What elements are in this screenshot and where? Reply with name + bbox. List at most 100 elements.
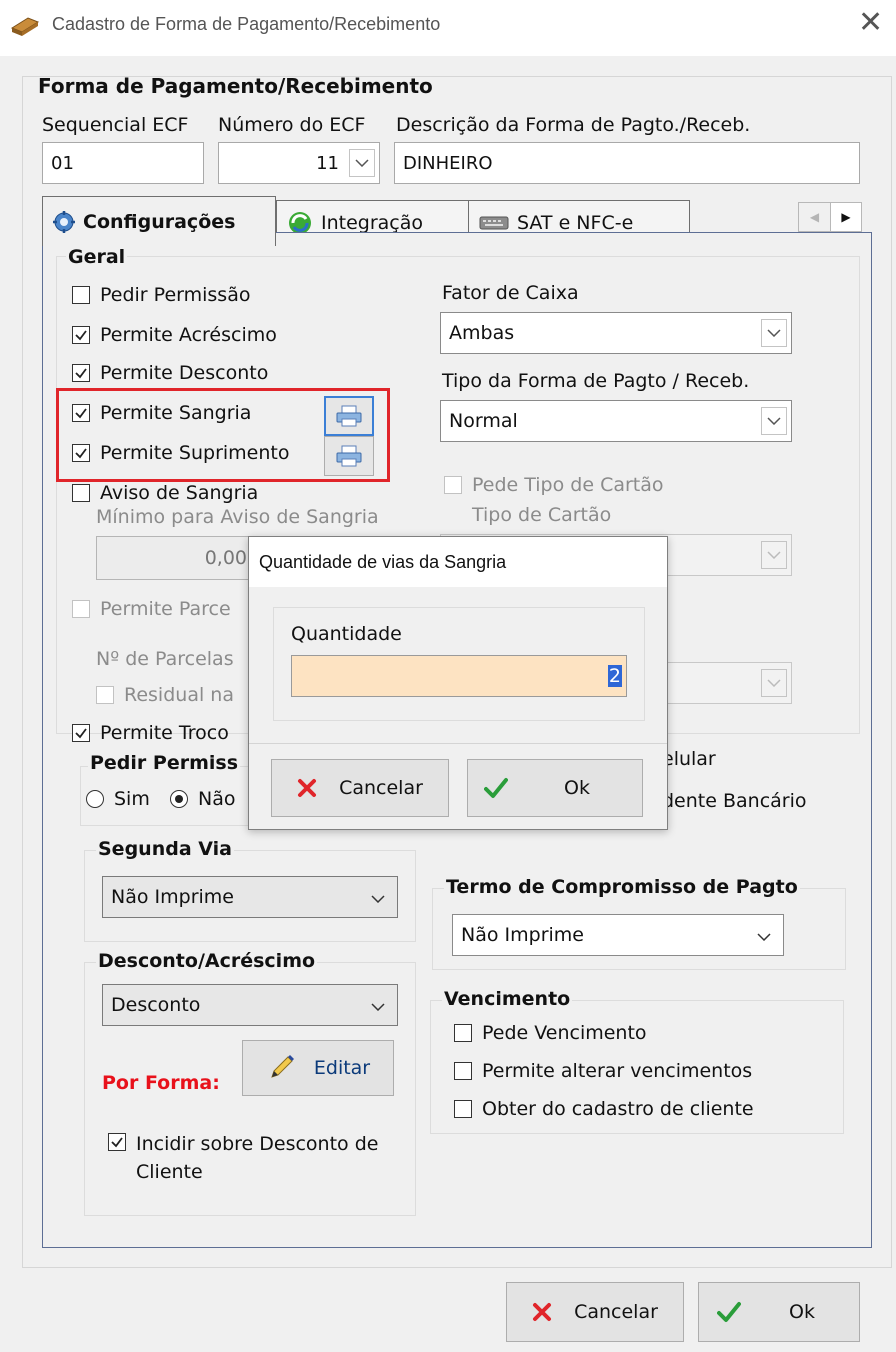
radio-circle[interactable] [86,790,104,808]
pede-vencimento-checkbox[interactable]: Pede Vencimento [454,1022,647,1044]
permite-parcelamento-checkbox[interactable]: Permite Parce [72,598,231,620]
window-title: Cadastro de Forma de Pagamento/Recebimen… [52,14,441,34]
minimo-aviso-label: Mínimo para Aviso de Sangria [96,506,379,528]
tab-label: Configurações [83,210,236,233]
pencil-icon [271,1055,294,1078]
gear-icon [53,210,75,233]
keyboard-icon [479,216,509,229]
chevron-down-icon[interactable] [761,669,787,697]
fator-caixa-value: Ambas [449,322,515,344]
checkbox-box[interactable] [72,326,90,344]
checkbox-box[interactable] [454,1100,472,1118]
permite-desconto-checkbox[interactable]: Permite Desconto [72,362,268,384]
tab-configuracoes[interactable]: Configurações [42,196,276,246]
checkbox-label: Pedir Permissão [100,284,251,306]
vencimento-title: Vencimento [442,988,573,1010]
editar-label: Editar [313,1057,371,1079]
tab-scroll-left-icon[interactable]: ◀ [799,203,830,231]
residual-checkbox[interactable]: Residual na [96,684,234,706]
title-bar: Cadastro de Forma de Pagamento/Recebimen… [0,0,896,56]
checkbox-box[interactable] [108,1133,126,1151]
aviso-sangria-checkbox[interactable]: Aviso de Sangria [72,482,258,504]
obter-cadastro-checkbox[interactable]: Obter do cadastro de cliente [454,1098,754,1120]
ok-button[interactable]: Ok [698,1282,860,1342]
pedir-permissao-checkbox[interactable]: Pedir Permissão [72,284,250,306]
bancario-text: dente Bancário [662,790,807,812]
checkbox-box[interactable] [72,286,90,304]
tipo-forma-select[interactable]: Normal [440,400,792,442]
checkbox-box[interactable] [72,600,90,618]
chevron-down-icon[interactable] [349,149,375,177]
termo-select[interactable]: Não Imprime [452,914,784,956]
tab-scroll: ◀ ▶ [798,202,862,232]
tab-label: Integração [321,211,424,234]
modal-cancel-label: Cancelar [339,777,423,799]
chevron-down-icon[interactable] [761,541,787,569]
chevron-down-icon[interactable] [761,407,787,435]
sequencial-field[interactable]: 01 [42,142,204,184]
checkbox-box[interactable] [96,686,114,704]
incidir-checkbox[interactable]: Incidir sobre Desconto de Cliente [108,1130,406,1186]
checkbox-box[interactable] [454,1062,472,1080]
checkbox-label: Incidir sobre Desconto de Cliente [136,1133,379,1183]
checkbox-label: Aviso de Sangria [100,482,259,504]
radio-sim[interactable]: Sim [86,788,150,810]
fator-caixa-label: Fator de Caixa [442,282,579,304]
desconto-value: Desconto [111,994,201,1016]
desconto-select[interactable]: Desconto [102,984,398,1026]
modal-ok-button[interactable]: Ok [467,759,643,817]
tipo-forma-value: Normal [449,410,518,432]
quantidade-value: 2 [607,665,622,687]
segunda-via-title: Segunda Via [96,838,234,860]
quantidade-field[interactable]: 2 [291,655,627,697]
pede-tipo-cartao-checkbox[interactable]: Pede Tipo de Cartão [444,474,664,496]
desconto-title: Desconto/Acréscimo [96,950,318,972]
check-icon [484,778,508,798]
permite-alterar-checkbox[interactable]: Permite alterar vencimentos [454,1060,752,1082]
editar-button[interactable]: Editar [242,1040,394,1096]
cancel-button[interactable]: Cancelar [506,1282,684,1342]
modal-title: Quantidade de vias da Sangria [249,537,667,587]
checkbox-label: Permite Desconto [100,362,269,384]
chevron-down-icon[interactable] [757,924,771,946]
checkbox-box[interactable] [72,364,90,382]
minimo-aviso-field[interactable]: 0,00 [96,536,256,580]
checkbox-box[interactable] [72,724,90,742]
check-icon [717,1302,741,1322]
checkbox-label: Permite Troco [100,722,229,744]
tab-label: SAT e NFC-e [517,211,634,234]
checkbox-box[interactable] [454,1024,472,1042]
n-parcelas-label: Nº de Parcelas [96,648,234,670]
radio-label: Não [198,788,236,810]
segunda-via-value: Não Imprime [111,886,234,908]
radio-nao[interactable]: Não [170,788,235,810]
quantidade-label: Quantidade [291,623,402,645]
close-icon[interactable]: ✕ [858,8,883,38]
minimo-aviso-value: 0,00 [204,547,247,569]
tipo-cartao-label: Tipo de Cartão [472,504,612,526]
permite-acrescimo-checkbox[interactable]: Permite Acréscimo [72,324,277,346]
modal-dialog: Quantidade de vias da Sangria Quantidade… [248,536,668,830]
radio-circle-selected[interactable] [170,790,188,808]
numero-spin[interactable]: 11 [218,142,380,184]
checkbox-box[interactable] [444,476,462,494]
modal-cancel-button[interactable]: Cancelar [271,759,449,817]
sequencial-value: 01 [51,152,74,174]
tab-scroll-right-icon[interactable]: ▶ [829,203,861,231]
segunda-via-select[interactable]: Não Imprime [102,876,398,918]
close-icon [298,779,317,797]
modal-divider [249,743,667,744]
fator-caixa-select[interactable]: Ambas [440,312,792,354]
geral-title: Geral [66,246,128,268]
por-forma-label: Por Forma: [102,1072,220,1094]
chevron-down-icon[interactable] [761,319,787,347]
permite-troco-checkbox[interactable]: Permite Troco [72,722,229,744]
chevron-down-icon[interactable] [371,886,385,908]
termo-value: Não Imprime [461,924,584,946]
chevron-down-icon[interactable] [371,994,385,1016]
descricao-field[interactable]: DINHEIRO [394,142,860,184]
checkbox-label: Permite Acréscimo [100,324,277,346]
checkbox-box[interactable] [72,484,90,502]
checkbox-label: Permite Parce [100,598,231,620]
celular-text: elular [662,748,716,770]
